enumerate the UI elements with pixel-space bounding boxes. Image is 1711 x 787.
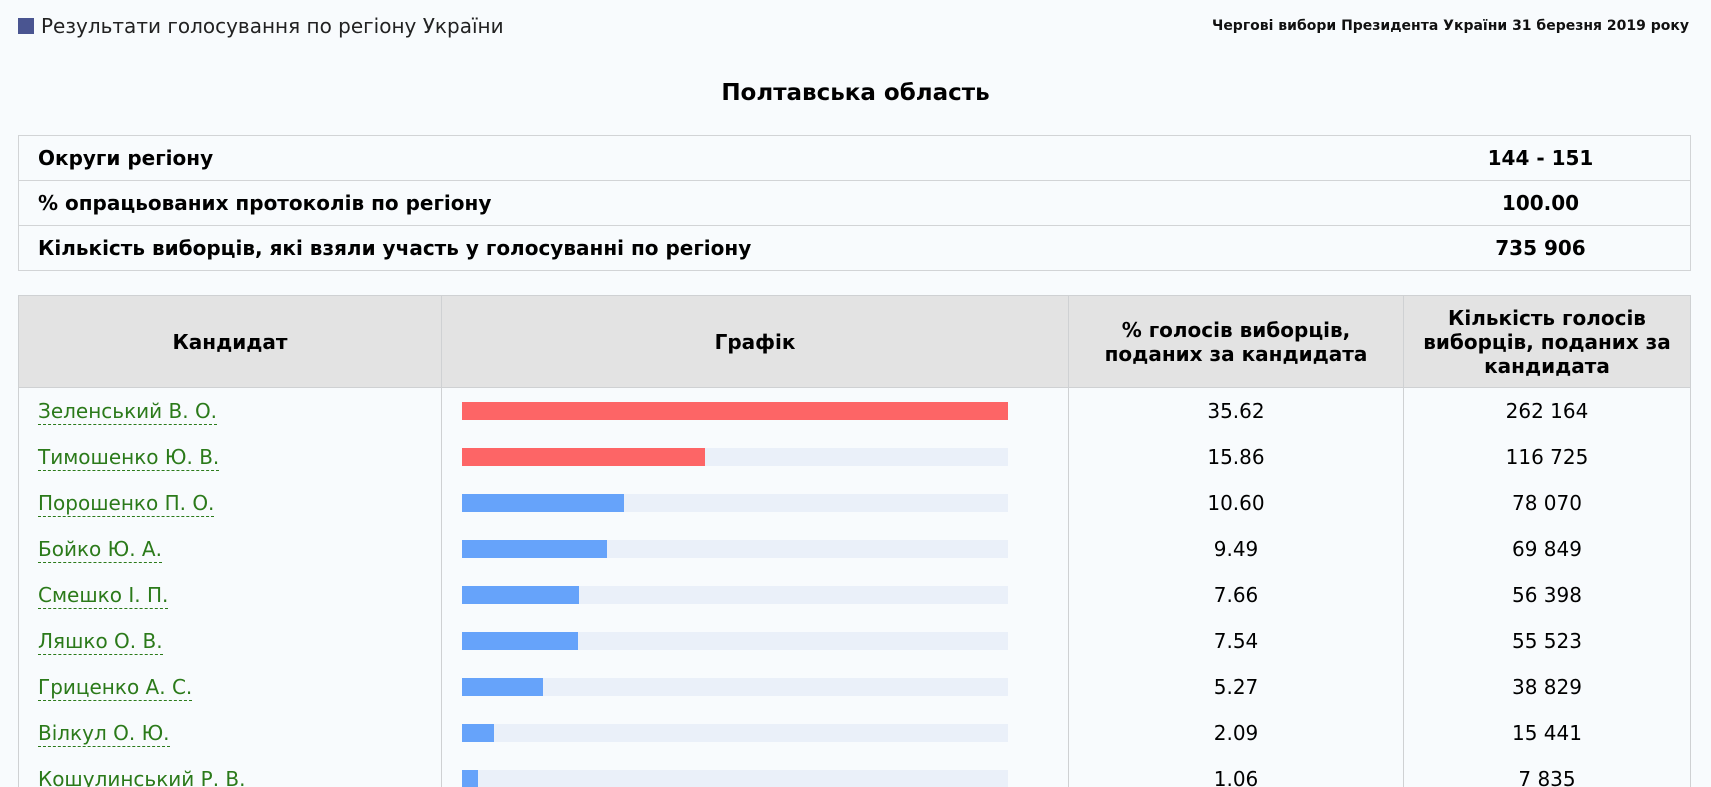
chart-cell: [441, 664, 1069, 710]
bar-fill: [462, 448, 706, 466]
header-percent: % голосів виборців, поданих за кандидата: [1068, 295, 1404, 388]
summary-row-turnout: Кількість виборців, які взяли участь у г…: [18, 225, 1691, 271]
results-body: Зеленський В. О. 35.62 262 164 Тимошенко Ю.…: [18, 387, 1691, 787]
candidate-link[interactable]: Кошулинський Р. В.: [38, 767, 246, 787]
chart-cell: [441, 526, 1069, 572]
election-title: Чергові вибори Президента України 31 бер…: [1212, 18, 1689, 34]
votes-cell: 55 523: [1403, 618, 1691, 664]
candidate-link[interactable]: Гриценко А. С.: [38, 675, 193, 701]
summary-value: 100.00: [1391, 180, 1691, 226]
candidate-cell: Ляшко О. В.: [18, 618, 442, 664]
candidate-link[interactable]: Зеленський В. О.: [38, 399, 218, 425]
summary-label: Кількість виборців, які взяли участь у г…: [18, 225, 1391, 271]
table-row: Вілкул О. Ю. 2.09 15 441: [18, 710, 1691, 756]
chart-cell: [441, 387, 1069, 434]
votes-cell: 116 725: [1403, 434, 1691, 480]
table-row: Ляшко О. В. 7.54 55 523: [18, 618, 1691, 664]
bar-fill: [462, 770, 479, 787]
top-bar: Результати голосування по регіону Україн…: [18, 14, 1691, 38]
chart-cell: [441, 618, 1069, 664]
summary-value: 735 906: [1391, 225, 1691, 271]
header-chart: Графік: [441, 295, 1069, 388]
chart-cell: [441, 480, 1069, 526]
bar-fill: [462, 586, 580, 604]
votes-cell: 78 070: [1403, 480, 1691, 526]
table-row: Гриценко А. С. 5.27 38 829: [18, 664, 1691, 710]
bar-fill: [462, 402, 1008, 420]
chart-cell: [441, 710, 1069, 756]
bar-fill: [462, 494, 625, 512]
candidate-cell: Кошулинський Р. В.: [18, 756, 442, 787]
percent-cell: 7.54: [1068, 618, 1404, 664]
percent-cell: 2.09: [1068, 710, 1404, 756]
bar-track: [462, 586, 1008, 604]
percent-cell: 35.62: [1068, 387, 1404, 434]
bar-track: [462, 632, 1008, 650]
summary-row-districts: Округи регіону 144 - 151: [18, 135, 1691, 181]
votes-cell: 38 829: [1403, 664, 1691, 710]
bar-fill: [462, 724, 495, 742]
votes-cell: 7 835: [1403, 756, 1691, 787]
header-candidate: Кандидат: [18, 295, 442, 388]
bar-track: [462, 678, 1008, 696]
bar-track: [462, 448, 1008, 466]
bar-track: [462, 402, 1008, 420]
square-bullet-icon: [18, 18, 34, 34]
header-count: Кількість голосів виборців, поданих за к…: [1403, 295, 1691, 388]
region-title: Полтавська область: [721, 80, 990, 106]
chart-cell: [441, 572, 1069, 618]
results-header-row: Кандидат Графік % голосів виборців, пода…: [18, 295, 1691, 388]
bar-fill: [462, 540, 608, 558]
candidate-cell: Гриценко А. С.: [18, 664, 442, 710]
summary-value: 144 - 151: [1391, 135, 1691, 181]
table-row: Бойко Ю. А. 9.49 69 849: [18, 526, 1691, 572]
table-row: Зеленський В. О. 35.62 262 164: [18, 387, 1691, 434]
candidate-cell: Тимошенко Ю. В.: [18, 434, 442, 480]
votes-cell: 69 849: [1403, 526, 1691, 572]
votes-cell: 56 398: [1403, 572, 1691, 618]
candidate-link[interactable]: Смешко І. П.: [38, 583, 169, 609]
percent-cell: 7.66: [1068, 572, 1404, 618]
candidate-cell: Порошенко П. О.: [18, 480, 442, 526]
percent-cell: 1.06: [1068, 756, 1404, 787]
table-row: Тимошенко Ю. В. 15.86 116 725: [18, 434, 1691, 480]
candidate-link[interactable]: Ляшко О. В.: [38, 629, 163, 655]
candidate-link[interactable]: Вілкул О. Ю.: [38, 721, 170, 747]
bar-track: [462, 770, 1008, 787]
candidate-cell: Смешко І. П.: [18, 572, 442, 618]
votes-cell: 15 441: [1403, 710, 1691, 756]
candidate-cell: Бойко Ю. А.: [18, 526, 442, 572]
page-heading: Результати голосування по регіону Україн…: [18, 14, 504, 38]
candidate-link[interactable]: Тимошенко Ю. В.: [38, 445, 220, 471]
bar-track: [462, 494, 1008, 512]
candidate-cell: Зеленський В. О.: [18, 387, 442, 434]
page: Результати голосування по регіону Україн…: [0, 0, 1711, 787]
percent-cell: 5.27: [1068, 664, 1404, 710]
summary-table: Округи регіону 144 - 151 % опрацьованих …: [18, 135, 1691, 271]
page-heading-text: Результати голосування по регіону Україн…: [41, 14, 504, 38]
chart-cell: [441, 434, 1069, 480]
bar-track: [462, 540, 1008, 558]
chart-cell: [441, 756, 1069, 787]
summary-row-protocols: % опрацьованих протоколів по регіону 100…: [18, 180, 1691, 226]
candidate-cell: Вілкул О. Ю.: [18, 710, 442, 756]
bar-track: [462, 724, 1008, 742]
candidate-link[interactable]: Порошенко П. О.: [38, 491, 215, 517]
votes-cell: 262 164: [1403, 387, 1691, 434]
candidate-link[interactable]: Бойко Ю. А.: [38, 537, 162, 563]
bar-fill: [462, 632, 578, 650]
bar-fill: [462, 678, 543, 696]
percent-cell: 15.86: [1068, 434, 1404, 480]
percent-cell: 10.60: [1068, 480, 1404, 526]
table-row: Смешко І. П. 7.66 56 398: [18, 572, 1691, 618]
table-row: Порошенко П. О. 10.60 78 070: [18, 480, 1691, 526]
summary-label: % опрацьованих протоколів по регіону: [18, 180, 1391, 226]
percent-cell: 9.49: [1068, 526, 1404, 572]
results-table: Кандидат Графік % голосів виборців, пода…: [18, 295, 1691, 787]
summary-label: Округи регіону: [18, 135, 1391, 181]
table-row: Кошулинський Р. В. 1.06 7 835: [18, 756, 1691, 787]
